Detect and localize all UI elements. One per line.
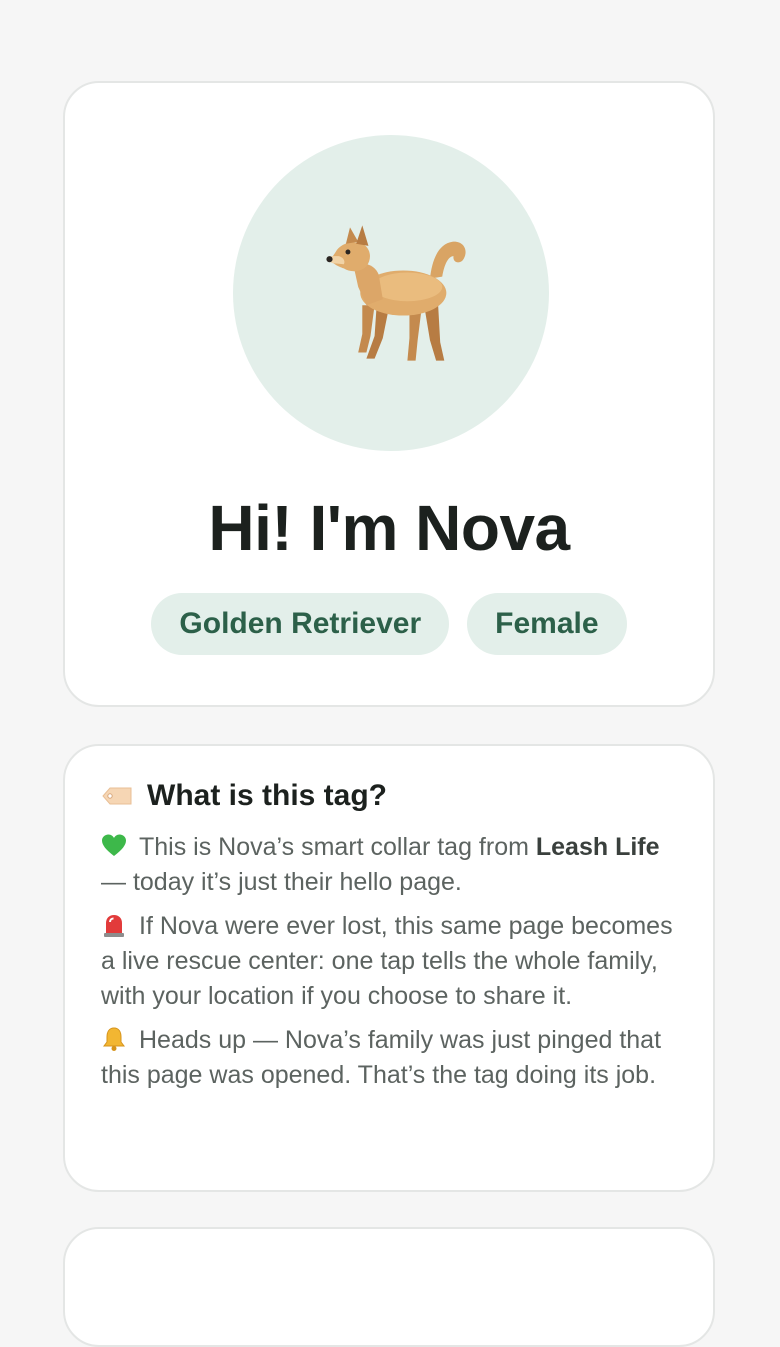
sex-chip: Female <box>467 593 627 655</box>
pet-greeting-title: Hi! I'm Nova <box>208 492 570 564</box>
tag-icon <box>102 787 132 805</box>
tag-info-paragraph-1: This is Nova’s smart collar tag from Lea… <box>101 833 660 896</box>
pet-profile-card: Hi! I'm Nova Golden Retriever Female <box>63 81 715 707</box>
brand-name: Leash Life <box>535 833 660 861</box>
bell-icon <box>103 1027 125 1051</box>
tag-info-paragraph-3: Heads up — Nova’s family was just pinged… <box>101 1026 662 1089</box>
breed-chip: Golden Retriever <box>151 593 450 655</box>
tag-info-title: What is this tag? <box>147 779 387 812</box>
next-section-card <box>63 1227 715 1347</box>
tag-info-paragraph-2: If Nova were ever lost, this same page b… <box>101 912 673 1010</box>
siren-icon <box>104 915 124 937</box>
pet-attributes: Golden Retriever Female <box>65 593 713 655</box>
green-heart-icon <box>102 834 126 856</box>
pet-avatar <box>233 135 549 451</box>
tag-info-card: What is this tag? This is Nova’s smart c… <box>63 744 715 1192</box>
tag-info-heading: What is this tag? <box>101 776 677 816</box>
dog-icon <box>326 225 466 361</box>
